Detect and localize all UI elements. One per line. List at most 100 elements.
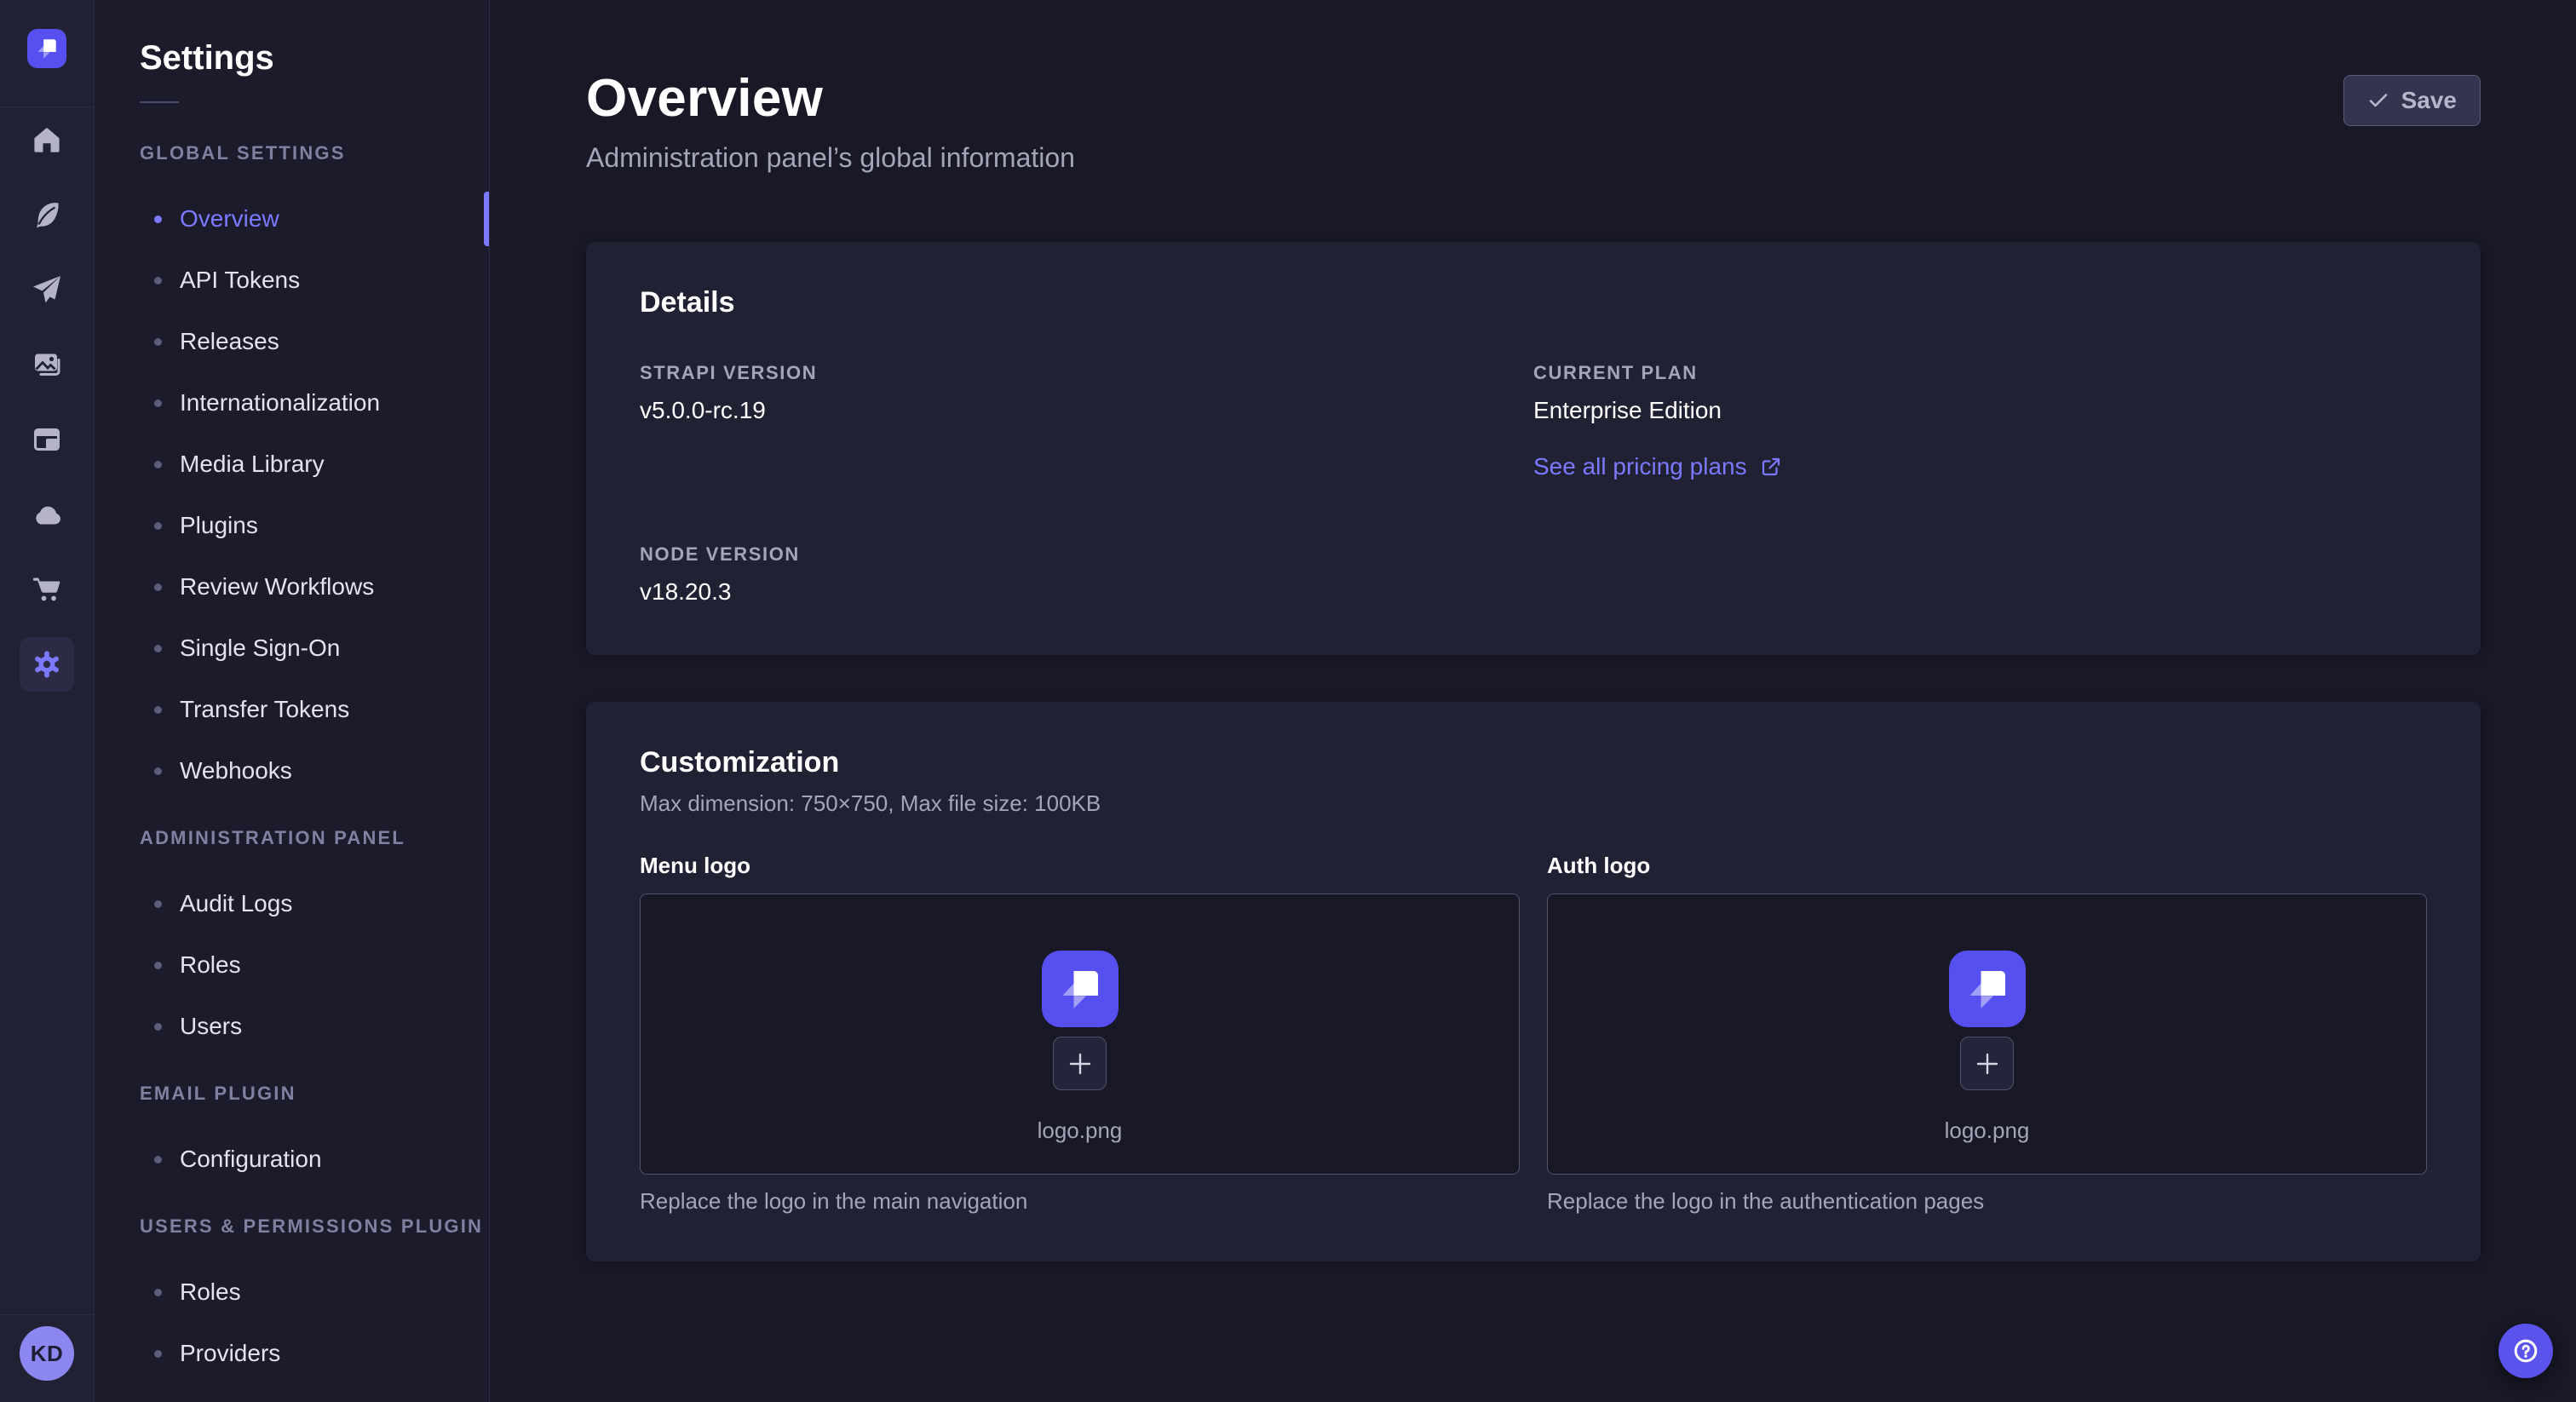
- logo-uploads: Menu logo logo.png Replace the logo in t…: [640, 853, 2427, 1215]
- main-nav-rail: KD: [0, 0, 95, 1402]
- page-header: Overview Administration panel’s global i…: [586, 68, 2481, 174]
- bullet-dot-icon: [154, 706, 162, 714]
- sidebar-item-admin-users[interactable]: Users: [95, 996, 489, 1057]
- field-value: v5.0.0-rc.19: [640, 397, 1533, 424]
- external-link-icon: [1760, 456, 1782, 478]
- bullet-dot-icon: [154, 522, 162, 530]
- question-mark-icon: [2511, 1336, 2540, 1365]
- bullet-dot-icon: [154, 900, 162, 908]
- sidebar-item-single-sign-on[interactable]: Single Sign-On: [95, 618, 489, 679]
- brand-wrap: [27, 0, 66, 106]
- page-title-block: Overview Administration panel’s global i…: [586, 68, 1075, 174]
- rail-divider: [0, 106, 95, 107]
- save-button-label: Save: [2401, 87, 2457, 114]
- help-button[interactable]: [2498, 1324, 2553, 1378]
- section-label: GLOBAL SETTINGS: [140, 142, 489, 164]
- bullet-dot-icon: [154, 962, 162, 969]
- pricing-plans-link[interactable]: See all pricing plans: [1533, 453, 1782, 480]
- sidebar-item-label: Single Sign-On: [180, 635, 340, 662]
- logo-filename: logo.png: [1945, 1118, 2030, 1144]
- auth-logo-upload: Auth logo logo.png Replace the logo in t…: [1547, 853, 2427, 1215]
- bullet-dot-icon: [154, 767, 162, 775]
- paper-plane-icon: [30, 273, 64, 307]
- sidebar-item-label: Releases: [180, 328, 279, 355]
- sidebar-item-label: Overview: [180, 205, 279, 233]
- sidebar-item-overview[interactable]: Overview: [95, 188, 489, 250]
- sidebar-item-label: Transfer Tokens: [180, 696, 349, 723]
- nav-media-library-button[interactable]: [20, 337, 74, 392]
- sidebar-item-label: Providers: [180, 1340, 280, 1367]
- plus-icon: [1975, 1051, 2000, 1077]
- bullet-dot-icon: [154, 583, 162, 591]
- section-global-settings: GLOBAL SETTINGS Overview API Tokens Rele…: [95, 142, 489, 802]
- sidebar-item-label: Plugins: [180, 512, 258, 539]
- nav-home-button[interactable]: [20, 112, 74, 167]
- bullet-dot-icon: [154, 399, 162, 407]
- bullet-dot-icon: [154, 1350, 162, 1358]
- field-value: Enterprise Edition: [1533, 397, 2427, 424]
- sidebar-item-admin-roles[interactable]: Roles: [95, 934, 489, 996]
- auth-logo-preview: [1949, 951, 2026, 1027]
- nav-content-manager-button[interactable]: [20, 187, 74, 242]
- strapi-logo-icon: [1042, 951, 1118, 1027]
- sidebar-item-transfer-tokens[interactable]: Transfer Tokens: [95, 679, 489, 740]
- field-label: NODE VERSION: [640, 543, 1533, 566]
- sidebar-item-up-roles[interactable]: Roles: [95, 1261, 489, 1323]
- sidebar-header: Settings: [95, 0, 489, 103]
- cart-icon: [30, 572, 64, 606]
- section-label: EMAIL PLUGIN: [140, 1083, 489, 1105]
- upload-hint: Replace the logo in the main navigation: [640, 1188, 1520, 1215]
- nav-cloud-button[interactable]: [20, 487, 74, 542]
- menu-logo-dropzone[interactable]: logo.png: [640, 893, 1520, 1175]
- sidebar-nav: GLOBAL SETTINGS Overview API Tokens Rele…: [95, 103, 489, 1402]
- customization-card: Customization Max dimension: 750×750, Ma…: [586, 702, 2481, 1261]
- details-fields: STRAPI VERSION v5.0.0-rc.19 CURRENT PLAN…: [640, 362, 2427, 606]
- sidebar-item-internationalization[interactable]: Internationalization: [95, 372, 489, 434]
- sidebar-item-review-workflows[interactable]: Review Workflows: [95, 556, 489, 618]
- user-avatar[interactable]: KD: [20, 1326, 74, 1381]
- nav-content-type-builder-button[interactable]: [20, 412, 74, 467]
- page-subtitle: Administration panel’s global informatio…: [586, 142, 1075, 174]
- section-label: ADMINISTRATION PANEL: [140, 827, 489, 849]
- main-content: Overview Administration panel’s global i…: [490, 0, 2576, 1402]
- bullet-dot-icon: [154, 215, 162, 223]
- nav-settings-button[interactable]: [20, 637, 74, 692]
- sidebar-item-plugins[interactable]: Plugins: [95, 495, 489, 556]
- section-email-plugin: EMAIL PLUGIN Configuration: [95, 1083, 489, 1190]
- feather-icon: [30, 198, 64, 232]
- sidebar-item-email-configuration[interactable]: Configuration: [95, 1129, 489, 1190]
- sidebar-item-releases[interactable]: Releases: [95, 311, 489, 372]
- pricing-plans-link-label: See all pricing plans: [1533, 453, 1747, 480]
- sidebar-item-audit-logs[interactable]: Audit Logs: [95, 873, 489, 934]
- upload-label: Auth logo: [1547, 853, 2427, 879]
- details-heading: Details: [640, 286, 2427, 319]
- sidebar-item-label: Roles: [180, 1278, 241, 1306]
- logo-filename: logo.png: [1038, 1118, 1123, 1144]
- sidebar-item-media-library[interactable]: Media Library: [95, 434, 489, 495]
- field-value: v18.20.3: [640, 578, 1533, 606]
- check-icon: [2367, 89, 2389, 112]
- add-logo-button[interactable]: [1960, 1037, 2014, 1090]
- add-logo-button[interactable]: [1053, 1037, 1107, 1090]
- sidebar-item-label: Media Library: [180, 451, 325, 478]
- sidebar-item-webhooks[interactable]: Webhooks: [95, 740, 489, 802]
- field-current-plan: CURRENT PLAN Enterprise Edition See all …: [1533, 362, 2427, 480]
- nav-marketplace-button[interactable]: [20, 562, 74, 617]
- rail-icon-list: [20, 112, 74, 692]
- sidebar-item-label: Internationalization: [180, 389, 380, 417]
- auth-logo-dropzone[interactable]: logo.png: [1547, 893, 2427, 1175]
- strapi-logo[interactable]: [27, 29, 66, 68]
- bullet-dot-icon: [154, 1289, 162, 1296]
- strapi-admin-app: KD Settings GLOBAL SETTINGS Overview API…: [0, 0, 2576, 1402]
- nav-releases-button[interactable]: [20, 262, 74, 317]
- bullet-dot-icon: [154, 461, 162, 468]
- sidebar-item-up-providers[interactable]: Providers: [95, 1323, 489, 1384]
- field-label: CURRENT PLAN: [1533, 362, 2427, 384]
- sidebar-item-api-tokens[interactable]: API Tokens: [95, 250, 489, 311]
- sidebar-title: Settings: [140, 39, 444, 78]
- section-items: Overview API Tokens Releases Internation…: [95, 188, 489, 802]
- details-card: Details STRAPI VERSION v5.0.0-rc.19 CURR…: [586, 242, 2481, 655]
- customization-subtitle: Max dimension: 750×750, Max file size: 1…: [640, 790, 2427, 817]
- section-items: Configuration: [95, 1129, 489, 1190]
- save-button[interactable]: Save: [2343, 75, 2481, 126]
